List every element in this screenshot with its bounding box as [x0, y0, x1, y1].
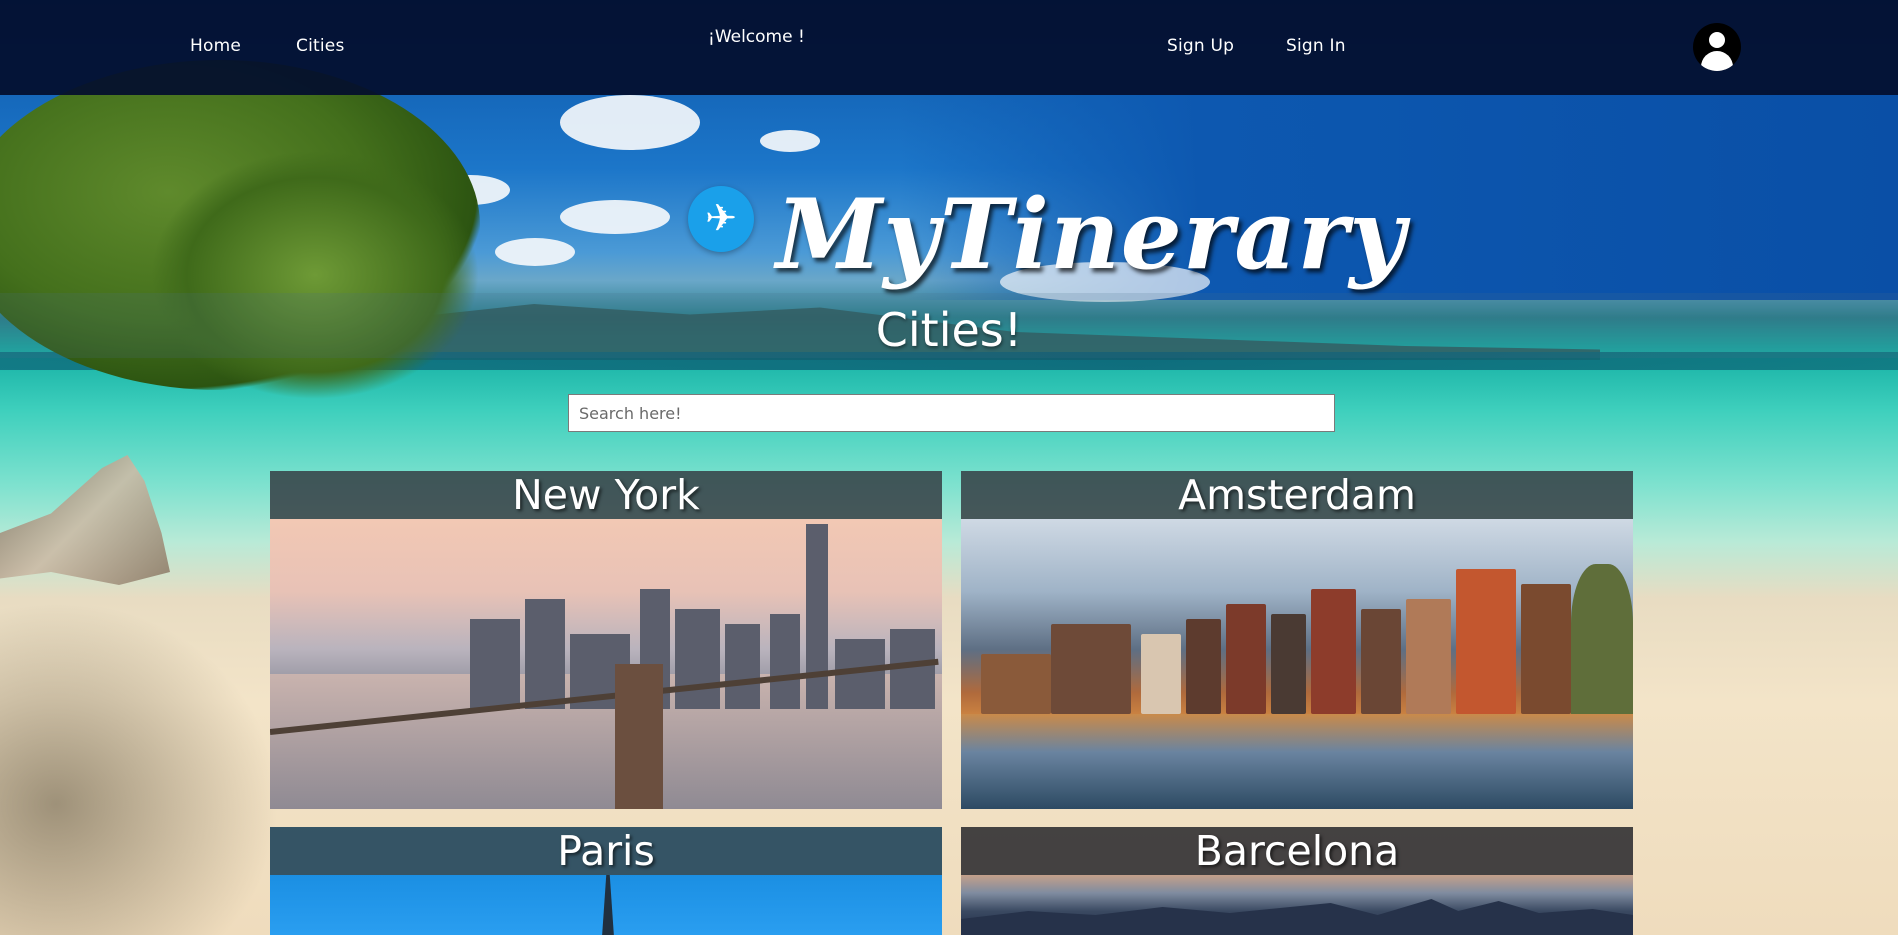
- airplane-icon: ✈: [688, 186, 754, 252]
- canal-house: [1311, 589, 1356, 714]
- search-input[interactable]: [568, 394, 1335, 432]
- nav-link-home[interactable]: Home: [190, 36, 241, 56]
- top-navbar: Home Cities ¡Welcome ! Sign Up Sign In: [0, 0, 1898, 95]
- tree: [150, 150, 480, 400]
- city-image: [961, 519, 1633, 809]
- canal-house: [1456, 569, 1516, 714]
- cloud: [495, 238, 575, 266]
- city-image: [961, 875, 1633, 935]
- user-avatar-icon[interactable]: [1693, 23, 1741, 71]
- city-image: [270, 519, 942, 809]
- canal-house: [1186, 619, 1221, 714]
- skyline-building: [675, 609, 720, 709]
- tree: [1571, 564, 1633, 714]
- tree-shadow: [0, 600, 280, 935]
- avatar-head: [1709, 32, 1725, 48]
- canal-house: [1271, 614, 1306, 714]
- city-card-title: Paris: [270, 827, 942, 875]
- canal-house: [1141, 634, 1181, 714]
- city-card-title: New York: [270, 471, 942, 519]
- canal-house: [1406, 599, 1451, 714]
- nav-link-cities[interactable]: Cities: [296, 36, 345, 56]
- canal-house: [1361, 609, 1401, 714]
- eiffel-tower: [602, 875, 614, 935]
- page-title: Cities!: [875, 303, 1023, 357]
- canal-water: [961, 714, 1633, 809]
- driftwood: [0, 455, 170, 585]
- welcome-message: ¡Welcome !: [708, 27, 805, 47]
- city-card-barcelona[interactable]: Barcelona: [961, 827, 1633, 935]
- canal-house: [1226, 604, 1266, 714]
- city-skyline: [961, 899, 1633, 935]
- skyline-building: [470, 619, 520, 709]
- nav-link-sign-up[interactable]: Sign Up: [1167, 36, 1234, 56]
- cloud: [760, 130, 820, 152]
- city-card-new-york[interactable]: New York: [270, 471, 942, 809]
- city-card-amsterdam[interactable]: Amsterdam: [961, 471, 1633, 809]
- city-image: [270, 875, 942, 935]
- bridge-tower: [615, 664, 663, 809]
- city-card-title: Barcelona: [961, 827, 1633, 875]
- canal-house: [981, 654, 1051, 714]
- nav-link-sign-in[interactable]: Sign In: [1286, 36, 1346, 56]
- cloud: [560, 200, 670, 234]
- skyline-building: [770, 614, 800, 709]
- avatar-body: [1701, 51, 1733, 71]
- canal-house: [1521, 584, 1571, 714]
- cloud: [560, 95, 700, 150]
- skyline-building: [525, 599, 565, 709]
- logo-title: MyTinerary: [776, 178, 1406, 291]
- skyline-building: [725, 624, 760, 709]
- canal-house: [1051, 624, 1131, 714]
- city-card-paris[interactable]: Paris: [270, 827, 942, 935]
- city-card-title: Amsterdam: [961, 471, 1633, 519]
- skyline-building: [806, 524, 828, 709]
